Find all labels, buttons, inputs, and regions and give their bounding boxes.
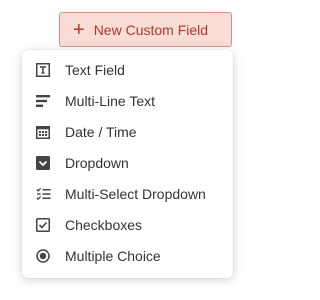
menu-item-label: Dropdown [65, 154, 129, 171]
menu-item-checkboxes[interactable]: Checkboxes [22, 209, 233, 240]
menu-item-dropdown[interactable]: Dropdown [22, 147, 233, 178]
menu-item-label: Multi-Select Dropdown [65, 185, 206, 202]
multi-select-icon [35, 186, 51, 202]
multi-line-text-icon [35, 93, 51, 109]
field-type-menu: Text Field Multi-Line Text Date / Time D… [22, 50, 233, 278]
menu-item-label: Multiple Choice [65, 247, 161, 264]
menu-item-label: Date / Time [65, 123, 137, 140]
menu-item-multi-line-text[interactable]: Multi-Line Text [22, 85, 233, 116]
menu-item-multi-select-dropdown[interactable]: Multi-Select Dropdown [22, 178, 233, 209]
calendar-icon [35, 124, 51, 140]
dropdown-icon [35, 155, 51, 171]
new-custom-field-label: New Custom Field [93, 21, 209, 38]
new-custom-field-button[interactable]: + New Custom Field [59, 12, 232, 47]
menu-item-multiple-choice[interactable]: Multiple Choice [22, 240, 233, 271]
radio-icon [35, 248, 51, 264]
plus-icon: + [73, 18, 85, 41]
menu-item-text-field[interactable]: Text Field [22, 54, 233, 85]
menu-item-date-time[interactable]: Date / Time [22, 116, 233, 147]
menu-item-label: Text Field [65, 61, 125, 78]
text-field-icon [35, 62, 51, 78]
checkbox-icon [35, 217, 51, 233]
menu-item-label: Checkboxes [65, 216, 143, 233]
menu-item-label: Multi-Line Text [65, 92, 156, 109]
custom-field-picker: + New Custom Field Text Field Multi-Line [0, 0, 261, 300]
